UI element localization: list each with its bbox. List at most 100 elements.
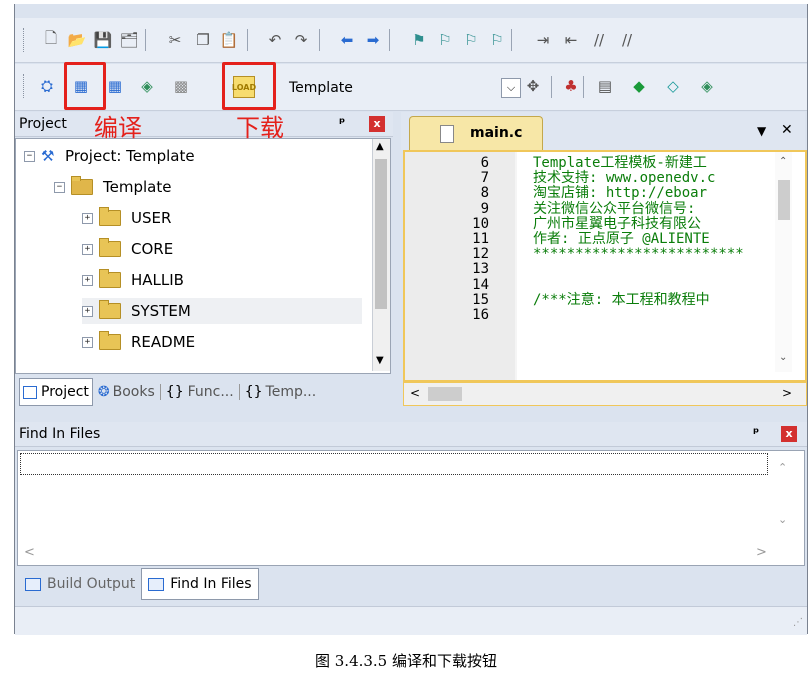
- target-options-icon[interactable]: ✥: [523, 76, 543, 96]
- scroll-up-icon[interactable]: ⌃: [779, 156, 787, 167]
- code-line[interactable]: 广州市星翼电子科技有限公: [533, 217, 701, 231]
- expand-icon[interactable]: +: [82, 274, 93, 286]
- tab-templates[interactable]: {} Temp...: [238, 384, 322, 400]
- bookmark-icon[interactable]: ⚑: [409, 30, 429, 50]
- undo-icon[interactable]: ↶: [265, 30, 285, 50]
- pin-icon[interactable]: ᵖ: [753, 422, 759, 446]
- new-file-icon[interactable]: 🗋: [41, 29, 61, 50]
- find-results-area[interactable]: ⌃ ⌄ < >: [17, 450, 805, 566]
- translate-icon[interactable]: ⛭: [37, 76, 57, 96]
- tab-find-in-files[interactable]: Find In Files: [141, 568, 259, 600]
- copy-icon[interactable]: ❐: [193, 30, 213, 50]
- line-number: 10: [472, 215, 489, 232]
- scroll-up-icon[interactable]: ▲: [376, 141, 384, 152]
- code-line[interactable]: 技术支持: www.openedv.c: [533, 171, 715, 185]
- scroll-up-icon[interactable]: ⌃: [778, 461, 787, 474]
- tab-functions[interactable]: {} Func...: [159, 384, 239, 400]
- open-file-icon[interactable]: 📂: [67, 30, 87, 50]
- tab-project[interactable]: Project: [19, 378, 93, 406]
- tree-root[interactable]: − ⚒ Project: Template: [24, 143, 195, 169]
- tab-main-c-label: main.c: [470, 125, 523, 141]
- redo-icon[interactable]: ↷: [291, 30, 311, 50]
- tab-books[interactable]: ❂ Books: [93, 384, 160, 400]
- pin-icon[interactable]: ᵖ: [339, 112, 345, 136]
- tree-target[interactable]: − Template: [54, 174, 171, 200]
- tree-group[interactable]: + CORE: [82, 236, 173, 262]
- line-number: 15: [472, 291, 489, 308]
- tree-group[interactable]: + USER: [82, 205, 171, 231]
- resize-grip-icon[interactable]: ⋰: [793, 617, 803, 628]
- collapse-icon[interactable]: −: [54, 181, 65, 193]
- unindent-icon[interactable]: ⇤: [561, 30, 581, 50]
- tab-main-c[interactable]: main.c: [409, 116, 543, 151]
- rebuild-icon[interactable]: ▦: [105, 76, 125, 96]
- tab-templates-label: Temp...: [265, 384, 317, 400]
- code-line[interactable]: /***注意: 本工程和教程中: [533, 293, 710, 307]
- scroll-down-icon[interactable]: ▼: [376, 355, 384, 366]
- project-root-label: Project: Template: [65, 147, 195, 165]
- editor-scrollbar[interactable]: ⌃ ⌄: [775, 152, 792, 372]
- code-line[interactable]: 淘宝店铺: http://eboar: [533, 186, 707, 200]
- code-line[interactable]: 作者: 正点原子 @ALIENTE: [533, 232, 710, 246]
- pack-installer-icon[interactable]: ◇: [663, 76, 683, 96]
- code-line[interactable]: Template工程模板-新建工: [533, 156, 707, 170]
- uncomment-icon[interactable]: //: [617, 30, 637, 50]
- tab-build-output[interactable]: Build Output: [19, 569, 141, 599]
- line-number: 8: [480, 185, 489, 202]
- code-line[interactable]: 关注微信公众平台微信号:: [533, 202, 695, 216]
- expand-icon[interactable]: +: [82, 212, 93, 224]
- scroll-down-icon[interactable]: ⌄: [778, 513, 787, 526]
- file-icon: [440, 125, 454, 143]
- tree-scrollbar[interactable]: ▲ ▼: [372, 139, 390, 371]
- tree-group[interactable]: + README: [82, 329, 195, 355]
- tree-group-label: USER: [131, 209, 172, 227]
- code-line[interactable]: *************************: [533, 247, 744, 261]
- select-packs-icon[interactable]: ◆: [629, 76, 649, 96]
- scroll-left-icon[interactable]: <: [410, 386, 420, 400]
- scroll-left-icon[interactable]: <: [24, 545, 35, 560]
- editor-hscrollbar[interactable]: < >: [403, 382, 807, 406]
- target-folder-icon: [71, 176, 93, 195]
- tree-group[interactable]: + SYSTEM: [82, 298, 362, 324]
- scroll-right-icon[interactable]: >: [756, 545, 767, 560]
- bookmark-clear-icon[interactable]: ⚐: [487, 30, 507, 50]
- nav-back-icon[interactable]: ⬅: [337, 30, 357, 50]
- nav-forward-icon[interactable]: ➡: [363, 30, 383, 50]
- close-icon[interactable]: x: [781, 426, 797, 442]
- toolbar-separator: [583, 76, 584, 98]
- scroll-thumb[interactable]: [375, 159, 387, 309]
- scroll-thumb[interactable]: [428, 387, 462, 401]
- paste-icon[interactable]: 📋: [219, 30, 239, 50]
- save-all-icon[interactable]: 🗂: [119, 30, 139, 50]
- expand-icon[interactable]: +: [82, 336, 93, 348]
- expand-icon[interactable]: +: [82, 243, 93, 255]
- find-hscroll[interactable]: < >: [18, 543, 802, 563]
- editor-area[interactable]: 6 Template工程模板-新建工 7 技术支持: www.openedv.c 8 淘宝…: [403, 150, 807, 382]
- close-icon[interactable]: x: [369, 116, 385, 132]
- expand-icon[interactable]: +: [82, 305, 93, 317]
- manage-components-icon[interactable]: ▤: [595, 76, 615, 96]
- save-icon[interactable]: 💾: [93, 30, 113, 50]
- tree-group[interactable]: + HALLIB: [82, 267, 184, 293]
- find-vscroll[interactable]: ⌃ ⌄: [770, 451, 802, 543]
- comment-icon[interactable]: //: [589, 30, 609, 50]
- batch-build-icon[interactable]: ◈: [137, 76, 157, 96]
- target-dropdown-button[interactable]: ⌵: [501, 78, 521, 98]
- cut-icon[interactable]: ✂: [165, 30, 185, 50]
- toolbar-grip[interactable]: [23, 74, 26, 98]
- scroll-down-icon[interactable]: ⌄: [779, 352, 787, 363]
- collapse-icon[interactable]: −: [24, 150, 35, 162]
- stop-build-icon[interactable]: ▩: [171, 76, 191, 96]
- find-results-row[interactable]: [20, 453, 768, 475]
- run-env-icon[interactable]: ◈: [697, 76, 717, 96]
- bookmark-prev-icon[interactable]: ⚐: [435, 30, 455, 50]
- manage-project-icon[interactable]: ♣: [561, 76, 581, 96]
- toolbar-grip[interactable]: [23, 28, 26, 52]
- scroll-right-icon[interactable]: >: [782, 386, 792, 400]
- tab-menu-icon[interactable]: ▼: [757, 124, 766, 138]
- scroll-thumb[interactable]: [778, 180, 790, 220]
- close-icon[interactable]: ✕: [781, 122, 793, 138]
- bookmark-next-icon[interactable]: ⚐: [461, 30, 481, 50]
- indent-icon[interactable]: ⇥: [533, 30, 553, 50]
- target-select-label: Template: [289, 80, 353, 96]
